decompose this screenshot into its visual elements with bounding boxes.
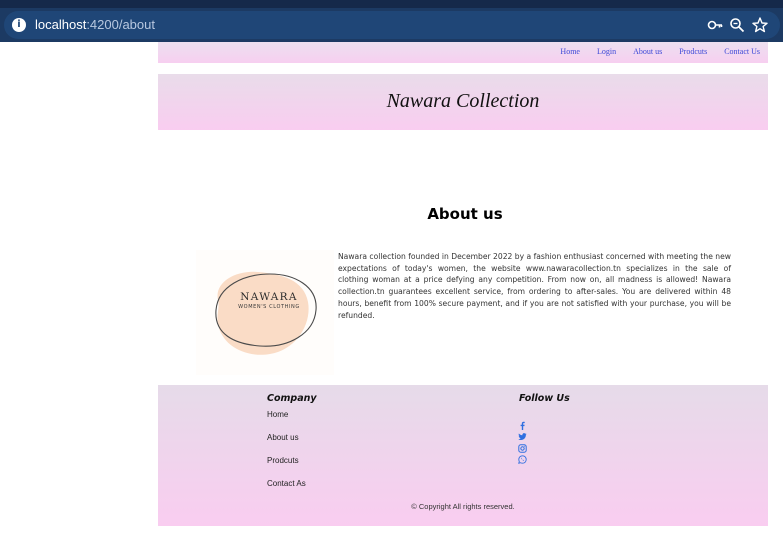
info-icon[interactable]: i [12, 18, 26, 32]
url-path: :4200/about [86, 17, 155, 32]
site-footer: Company Home About us Prodcuts Contact A… [158, 385, 768, 526]
nav-link-home[interactable]: Home [560, 47, 580, 56]
about-heading: About us [427, 205, 503, 223]
address-bar[interactable]: i localhost:4200/about [4, 11, 780, 39]
twitter-icon[interactable] [518, 432, 527, 441]
copyright-text: © Copyright All rights reserved. [411, 502, 515, 511]
footer-company-title: Company [267, 393, 317, 404]
key-icon[interactable] [706, 16, 724, 34]
logo-name: NAWARA [240, 291, 298, 303]
footer-follow-title: Follow Us [519, 393, 570, 404]
instagram-icon[interactable] [518, 444, 527, 453]
footer-link-products[interactable]: Prodcuts [267, 456, 299, 465]
browser-tab-strip [0, 0, 783, 8]
brand-logo: NAWARA WOMEN'S CLOTHING [196, 250, 334, 375]
logo-tagline: WOMEN'S CLOTHING [238, 304, 300, 310]
hero-title: Nawara Collection [386, 90, 540, 112]
zoom-icon[interactable] [728, 16, 746, 34]
nav-link-contact[interactable]: Contact Us [724, 47, 760, 56]
facebook-icon[interactable] [518, 421, 527, 430]
whatsapp-icon[interactable] [518, 455, 527, 464]
star-icon[interactable] [751, 16, 769, 34]
nav-link-products[interactable]: Prodcuts [679, 47, 707, 56]
footer-link-contact[interactable]: Contact As [267, 479, 306, 488]
site-navbar: Home Login About us Prodcuts Contact Us [158, 42, 768, 63]
browser-toolbar: i localhost:4200/about [0, 0, 783, 42]
hero-banner: Nawara Collection [158, 74, 768, 130]
url-host: localhost [35, 17, 87, 32]
nav-link-login[interactable]: Login [597, 47, 616, 56]
nav-links: Home Login About us Prodcuts Contact Us [560, 47, 760, 56]
footer-link-about[interactable]: About us [267, 433, 299, 442]
footer-link-home[interactable]: Home [267, 410, 288, 419]
about-description: Nawara collection founded in December 20… [338, 252, 731, 320]
url-text[interactable]: localhost:4200/about [35, 17, 155, 32]
nav-link-about[interactable]: About us [633, 47, 662, 56]
